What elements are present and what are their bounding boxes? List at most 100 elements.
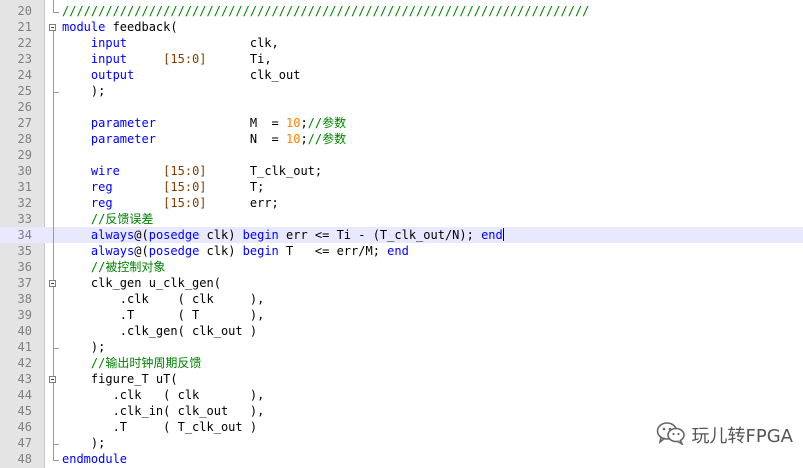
code-text[interactable]: .T ( T ), [62, 307, 265, 323]
code-text[interactable]: figure_T uT( [62, 371, 178, 387]
code-token: clk_out [134, 68, 301, 82]
code-line[interactable]: 20 //////////////////////////////////////… [0, 3, 803, 19]
code-keyword: begin [242, 228, 279, 242]
code-token: .T ( T ), [62, 308, 265, 322]
line-number: 43 [17, 372, 32, 386]
line-number: 24 [17, 68, 32, 82]
code-line[interactable]: 34 always@(posedge clk) begin err <= Ti … [0, 227, 803, 243]
fold-toggle-icon[interactable] [49, 24, 56, 31]
code-line[interactable]: 48 endmodule [0, 451, 803, 467]
code-line[interactable]: 22 input clk, [0, 35, 803, 51]
code-text[interactable]: ); [62, 339, 105, 355]
code-text[interactable]: module feedback( [62, 19, 178, 35]
code-text[interactable]: parameter M = 10;//参数 [62, 115, 346, 131]
code-token: clk, [127, 36, 279, 50]
code-line[interactable]: 23 input [15:0] Ti, [0, 51, 803, 67]
code-text[interactable]: //被控制对象 [62, 259, 165, 275]
line-number: 28 [17, 132, 32, 146]
code-text[interactable]: //输出时钟周期反馈 [62, 355, 201, 371]
code-token: ; [300, 116, 308, 130]
code-token: err; [206, 196, 279, 210]
code-token: N = [155, 132, 286, 146]
code-line[interactable]: 21 module feedback( [0, 19, 803, 35]
code-line[interactable]: 24 output clk_out [0, 67, 803, 83]
code-text[interactable]: .clk ( clk ), [62, 291, 265, 307]
line-number: 23 [17, 52, 32, 66]
line-number: 30 [17, 164, 32, 178]
code-line[interactable]: 30 wire [15:0] T_clk_out; [0, 163, 803, 179]
line-number: 40 [17, 324, 32, 338]
code-line[interactable]: 38 .clk ( clk ), [0, 291, 803, 307]
fold-guide [53, 0, 54, 12]
code-editor[interactable]: 20 //////////////////////////////////////… [0, 0, 803, 468]
line-number: 38 [17, 292, 32, 306]
code-text[interactable]: always@(posedge clk) begin err <= Ti - (… [62, 227, 504, 243]
code-line[interactable]: 41 ); [0, 339, 803, 355]
fold-toggle-icon[interactable] [49, 280, 56, 287]
code-token: T; [206, 180, 265, 194]
line-number: 22 [17, 36, 32, 50]
code-text[interactable]: input [15:0] Ti, [62, 51, 272, 67]
line-number: 26 [17, 100, 32, 114]
fold-toggle-icon[interactable] [49, 376, 56, 383]
code-text[interactable]: output clk_out [62, 67, 301, 83]
code-keyword: end [481, 228, 503, 242]
code-line[interactable]: 42 //输出时钟周期反馈 [0, 355, 803, 371]
code-line[interactable]: 25 ); [0, 83, 803, 99]
code-line[interactable]: 39 .T ( T ), [0, 307, 803, 323]
line-number: 27 [17, 116, 32, 130]
code-line[interactable]: 32 reg [15:0] err; [0, 195, 803, 211]
line-number: 36 [17, 260, 32, 274]
code-token: [15:0] [163, 180, 207, 194]
code-line[interactable]: 28 parameter N = 10;//参数 [0, 131, 803, 147]
code-text[interactable]: parameter N = 10;//参数 [62, 131, 346, 147]
code-keyword: input [90, 36, 128, 50]
code-text[interactable]: .clk ( clk ), [62, 387, 265, 403]
code-line[interactable]: 27 parameter M = 10;//参数 [0, 115, 803, 131]
code-line[interactable]: 36 //被控制对象 [0, 259, 803, 275]
code-line[interactable]: 43 figure_T uT( [0, 371, 803, 387]
code-text[interactable]: .clk_gen( clk_out ) [62, 323, 257, 339]
code-text[interactable]: clk_gen u_clk_gen( [62, 275, 221, 291]
code-comment: //参数 [307, 132, 347, 146]
code-text[interactable]: ); [62, 435, 105, 451]
code-text[interactable]: input clk, [62, 35, 279, 51]
code-text[interactable]: ); [62, 83, 105, 99]
code-line[interactable]: 35 always@(posedge clk) begin T <= err/M… [0, 243, 803, 259]
line-number: 32 [17, 196, 32, 210]
code-keyword: input [90, 52, 128, 66]
code-text[interactable]: //反馈误差 [62, 211, 153, 227]
code-line[interactable]: 44 .clk ( clk ), [0, 387, 803, 403]
fold-guide [53, 31, 54, 460]
code-token: 10 [285, 116, 301, 130]
code-comment: //反馈误差 [90, 212, 154, 226]
code-line[interactable]: 29 [0, 147, 803, 163]
code-line[interactable]: 40 .clk_gen( clk_out ) [0, 323, 803, 339]
line-number: 35 [17, 244, 32, 258]
code-line[interactable]: 26 [0, 99, 803, 115]
code-line[interactable]: 37 clk_gen u_clk_gen( [0, 275, 803, 291]
code-text[interactable]: reg [15:0] T; [62, 179, 264, 195]
code-text[interactable]: ////////////////////////////////////////… [62, 3, 589, 19]
code-token: @( [134, 244, 149, 258]
code-text[interactable]: wire [15:0] T_clk_out; [62, 163, 322, 179]
code-line[interactable]: 33 //反馈误差 [0, 211, 803, 227]
code-text[interactable]: endmodule [62, 451, 127, 467]
code-text[interactable]: .clk_in( clk_out ), [62, 403, 265, 419]
code-text[interactable]: reg [15:0] err; [62, 195, 279, 211]
line-number: 37 [17, 276, 32, 290]
code-token: @( [134, 228, 149, 242]
code-line[interactable]: 45 .clk_in( clk_out ), [0, 403, 803, 419]
line-number: 45 [17, 404, 32, 418]
code-text[interactable]: .T ( T_clk_out ) [62, 419, 258, 435]
code-line[interactable]: 31 reg [15:0] T; [0, 179, 803, 195]
code-text[interactable]: always@(posedge clk) begin T <= err/M; e… [62, 243, 409, 259]
